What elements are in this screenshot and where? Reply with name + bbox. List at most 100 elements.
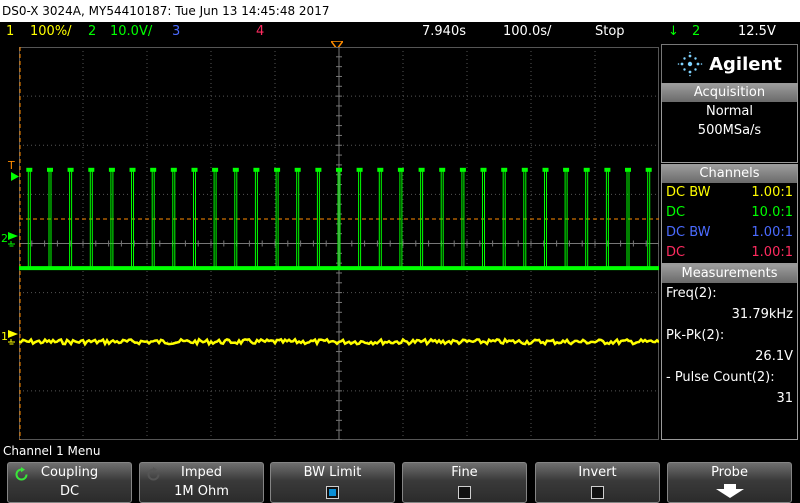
- waveform-canvas: [19, 47, 659, 440]
- ch2-pulse-top: [583, 167, 590, 172]
- invert-softkey[interactable]: Invert: [535, 462, 660, 503]
- channel-row-1: DC BW 1.00:1: [662, 183, 797, 203]
- ch1-scale[interactable]: 100%/: [30, 22, 72, 42]
- run-state[interactable]: Stop: [595, 22, 625, 42]
- ch2-pulse-top: [418, 167, 425, 172]
- ch2-ground-icon: [8, 232, 18, 247]
- softkey-bar: Coupling DC Imped 1M Ohm BW Limit Fine I…: [0, 461, 800, 503]
- bw-limit-softkey[interactable]: BW Limit: [270, 462, 395, 503]
- ch2-pulse-top: [108, 167, 115, 172]
- trigger-slope-icon: ↓: [668, 24, 679, 39]
- acquisition-mode: Normal: [705, 104, 754, 119]
- ch2-pulse-top: [26, 167, 33, 172]
- ch2-scale[interactable]: 10.0V/: [110, 22, 152, 42]
- measurements-header: Measurements: [662, 265, 797, 283]
- acquisition-header: Acquisition: [662, 84, 797, 102]
- side-panel: Agilent Acquisition Normal 500MSa/s Chan…: [661, 44, 800, 440]
- fine-softkey[interactable]: Fine: [402, 462, 527, 503]
- ch2-pulse-top: [645, 167, 652, 172]
- trigger-source[interactable]: 2: [692, 22, 700, 42]
- ch4-number[interactable]: 4: [256, 22, 264, 42]
- trigger-level-marker[interactable]: T: [8, 160, 15, 171]
- ch2-pulse-top: [563, 167, 570, 172]
- ch3-coupling: DC BW: [666, 225, 711, 240]
- ch2-pulse-top: [336, 167, 342, 172]
- status-bar: 1 100%/ 2 10.0V/ 3 4 7.940s 100.0s/ Stop…: [0, 22, 800, 42]
- ch2-pulse-top: [356, 167, 363, 172]
- invert-label: Invert: [578, 465, 617, 480]
- acquisition-box[interactable]: Acquisition Normal 500MSa/s: [661, 83, 798, 163]
- bw-limit-checkbox[interactable]: [326, 486, 339, 499]
- time-scale[interactable]: 100.0s/: [503, 22, 551, 42]
- ch2-pulse-top: [67, 167, 74, 172]
- measurements-box[interactable]: Measurements Freq(2): 31.79kHz Pk-Pk(2):…: [661, 264, 798, 440]
- ch1-number[interactable]: 1: [6, 22, 14, 42]
- ch4-probe-ratio: 1.00:1: [751, 245, 793, 260]
- ch2-pulse-top: [88, 167, 95, 172]
- brand-box: Agilent: [661, 44, 798, 84]
- ch3-probe-ratio: 1.00:1: [751, 225, 793, 240]
- ch2-coupling: DC: [666, 205, 686, 220]
- ch2-pulse-top: [439, 167, 446, 172]
- ch2-pulse-top: [521, 167, 528, 172]
- imped-value: 1M Ohm: [174, 484, 229, 499]
- sample-rate: 500MSa/s: [697, 123, 762, 138]
- ch4-coupling: DC: [666, 245, 686, 260]
- ch2-pulse-top: [625, 167, 631, 172]
- ch2-pulse-top: [604, 167, 611, 172]
- fine-label: Fine: [451, 465, 478, 480]
- ch2-pulse-top: [212, 167, 219, 172]
- channels-header: Channels: [662, 165, 797, 183]
- meas-value-pkpk: 26.1V: [755, 349, 793, 364]
- brand-name: Agilent: [709, 53, 782, 75]
- down-arrow-icon: [715, 484, 744, 498]
- probe-label: Probe: [711, 465, 748, 480]
- time-delay[interactable]: 7.940s: [422, 22, 466, 42]
- channel-row-2: DC 10.0:1: [662, 203, 797, 223]
- waveform-display[interactable]: [19, 47, 659, 440]
- meas-label-freq: Freq(2):: [666, 286, 717, 301]
- probe-softkey[interactable]: Probe: [667, 462, 792, 503]
- ch1-ground-marker[interactable]: 1: [1, 331, 8, 342]
- ch2-pulse-top: [501, 167, 508, 172]
- ch2-pulse-top: [294, 167, 301, 172]
- ch2-pulse-top: [480, 167, 487, 172]
- meas-value-pulse-count: 31: [776, 391, 793, 406]
- title-text: DS0-X 3024A, MY54410187: Tue Jun 13 14:4…: [2, 4, 330, 18]
- ch1-probe-ratio: 1.00:1: [751, 185, 793, 200]
- ch1-coupling: DC BW: [666, 185, 711, 200]
- fine-checkbox[interactable]: [458, 486, 471, 499]
- bw-limit-label: BW Limit: [303, 465, 362, 480]
- ch3-number[interactable]: 3: [172, 22, 180, 42]
- ch1-ground-icon: [8, 330, 18, 345]
- ch2-pulse-top: [129, 167, 136, 172]
- menu-title: Channel 1 Menu: [3, 444, 101, 458]
- ch2-number[interactable]: 2: [88, 22, 96, 42]
- meas-label-pulse-count: - Pulse Count(2):: [666, 370, 775, 385]
- trigger-level[interactable]: 12.5V: [738, 22, 776, 42]
- imped-softkey[interactable]: Imped 1M Ohm: [139, 462, 264, 503]
- spark-logo-icon: [677, 51, 703, 77]
- channel-row-4: DC 1.00:1: [662, 243, 797, 263]
- coupling-value: DC: [59, 484, 80, 499]
- rotate-knob-icon: [147, 467, 160, 481]
- ch2-ground-marker[interactable]: 2: [1, 233, 8, 244]
- title-bar: DS0-X 3024A, MY54410187: Tue Jun 13 14:4…: [0, 0, 800, 22]
- ch2-pulse-top: [170, 167, 177, 172]
- channel-row-3: DC BW 1.00:1: [662, 223, 797, 243]
- rotate-knob-icon: [15, 467, 28, 481]
- ch2-pulse-top: [150, 167, 157, 172]
- ch2-pulse-top: [377, 167, 384, 172]
- meas-value-freq: 31.79kHz: [731, 307, 793, 322]
- invert-checkbox[interactable]: [591, 486, 604, 499]
- channels-box[interactable]: Channels DC BW 1.00:1 DC 10.0:1 DC BW 1.00:…: [661, 164, 798, 264]
- ch2-pulse-top: [191, 167, 198, 172]
- meas-label-pkpk: Pk-Pk(2):: [666, 328, 725, 343]
- ch2-pulse-top: [232, 167, 239, 172]
- ch2-pulse-top: [459, 167, 466, 172]
- ch2-pulse-top: [315, 167, 322, 172]
- ch2-probe-ratio: 10.0:1: [751, 205, 793, 220]
- ch2-pulse-top: [542, 167, 549, 172]
- ch2-pulse-top: [253, 167, 260, 172]
- coupling-softkey[interactable]: Coupling DC: [7, 462, 132, 503]
